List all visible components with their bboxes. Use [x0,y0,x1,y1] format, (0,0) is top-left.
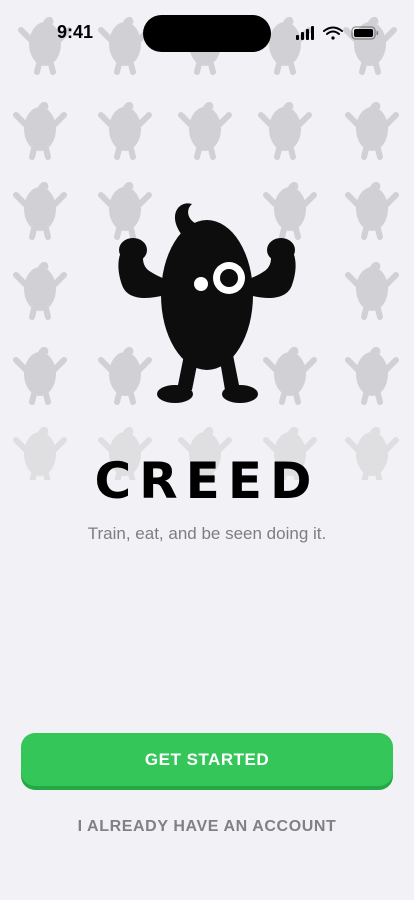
already-have-account-button[interactable]: I ALREADY HAVE AN ACCOUNT [21,815,393,839]
get-started-button[interactable]: GET STARTED [21,733,393,786]
pattern-row-1 [21,17,394,72]
app-tagline: Train, eat, and be seen doing it. [87,524,327,543]
pattern-row-2 [16,102,396,157]
app-title: CREED [94,452,320,510]
creed-mascot-icon [118,203,296,403]
